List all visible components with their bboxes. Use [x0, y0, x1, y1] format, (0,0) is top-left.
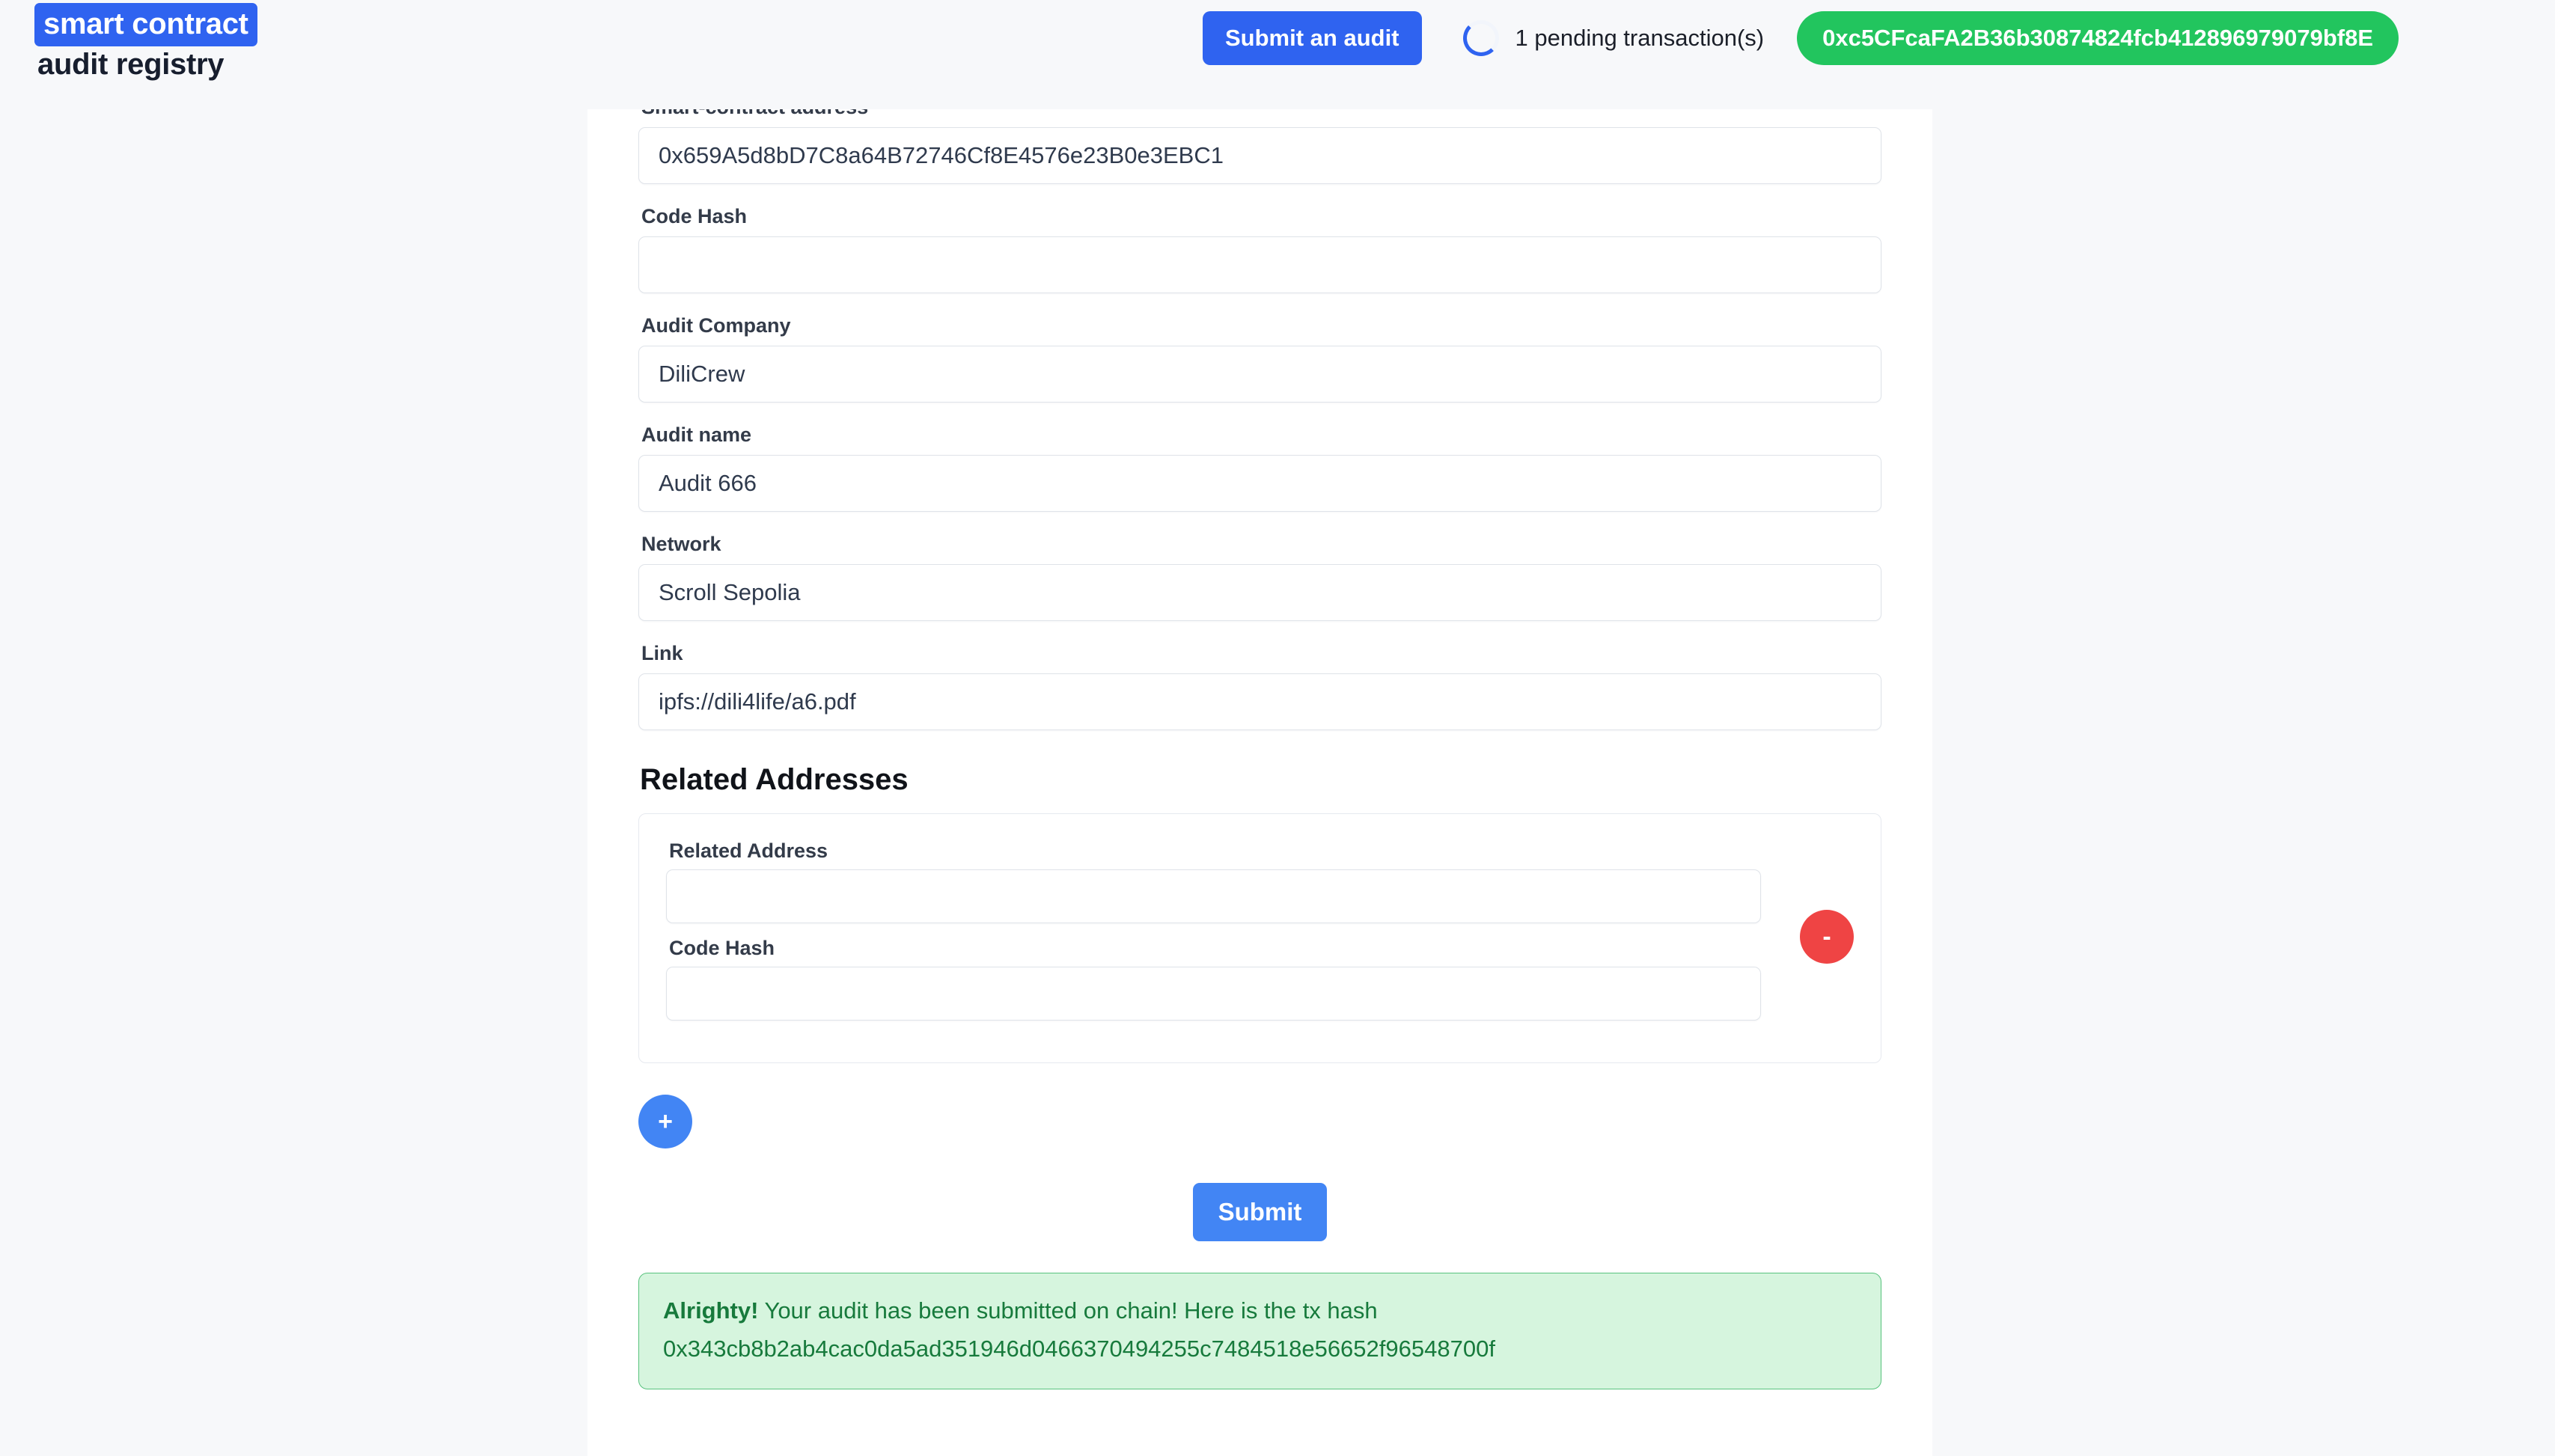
related-address-row: Related Address Code Hash - — [666, 839, 1854, 1034]
field-code-hash: Code Hash — [638, 205, 1881, 293]
field-label-network: Network — [641, 533, 721, 555]
remove-related-address-button[interactable]: - — [1800, 910, 1854, 964]
smart-contract-address-input[interactable] — [638, 127, 1881, 184]
app-header: smart contract audit registry Submit an … — [0, 0, 2555, 109]
submit-row: Submit — [638, 1183, 1881, 1241]
related-code-hash-label: Code Hash — [669, 937, 775, 959]
field-label-audit-name: Audit name — [641, 423, 752, 446]
related-address-fields: Related Address Code Hash — [666, 839, 1761, 1034]
field-label-link: Link — [641, 642, 683, 664]
related-code-hash-input[interactable] — [666, 967, 1761, 1021]
related-address-input[interactable] — [666, 869, 1761, 923]
network-input[interactable] — [638, 564, 1881, 621]
audit-company-input[interactable] — [638, 346, 1881, 403]
form-content: Smart-contract address Code Hash Audit C… — [587, 109, 1932, 1389]
form-scroll-panel[interactable]: Smart-contract address Code Hash Audit C… — [587, 109, 1932, 1456]
field-link: Link — [638, 642, 1881, 730]
field-label-audit-company: Audit Company — [641, 314, 791, 337]
related-addresses-title: Related Addresses — [640, 763, 909, 796]
success-alert: Alrighty! Your audit has been submitted … — [638, 1273, 1881, 1389]
submit-an-audit-button[interactable]: Submit an audit — [1203, 11, 1422, 65]
field-network: Network — [638, 533, 1881, 621]
success-alert-message: Your audit has been submitted on chain! … — [758, 1297, 1378, 1324]
wallet-address-pill[interactable]: 0xc5CFcaFA2B36b30874824fcb412896979079bf… — [1797, 11, 2399, 65]
header-actions: Submit an audit 1 pending transaction(s)… — [1203, 11, 2399, 65]
success-alert-prefix: Alrighty! — [663, 1297, 759, 1324]
field-label-code-hash: Code Hash — [641, 205, 748, 227]
submit-button[interactable]: Submit — [1192, 1183, 1328, 1241]
link-input[interactable] — [638, 673, 1881, 730]
pending-transactions-label: 1 pending transaction(s) — [1515, 25, 1765, 51]
field-audit-company: Audit Company — [638, 314, 1881, 403]
field-smart-contract-address: Smart-contract address — [638, 109, 1881, 184]
audit-name-input[interactable] — [638, 455, 1881, 512]
related-address-entry: Related Address Code Hash - — [638, 813, 1881, 1063]
brand-logo-line1: smart contract — [34, 3, 257, 46]
brand-logo[interactable]: smart contract audit registry — [34, 3, 257, 79]
pending-transactions-indicator: 1 pending transaction(s) — [1462, 20, 1765, 56]
field-audit-name: Audit name — [638, 423, 1881, 512]
related-address-label: Related Address — [669, 839, 828, 862]
spinner-icon — [1462, 20, 1499, 56]
field-label-smart-contract-address: Smart-contract address — [641, 109, 1881, 119]
code-hash-input[interactable] — [638, 236, 1881, 293]
success-alert-tx-hash: 0x343cb8b2ab4cac0da5ad351946d04663704942… — [663, 1335, 1495, 1362]
add-related-address-button[interactable]: + — [638, 1095, 692, 1148]
brand-logo-line2: audit registry — [37, 48, 225, 81]
